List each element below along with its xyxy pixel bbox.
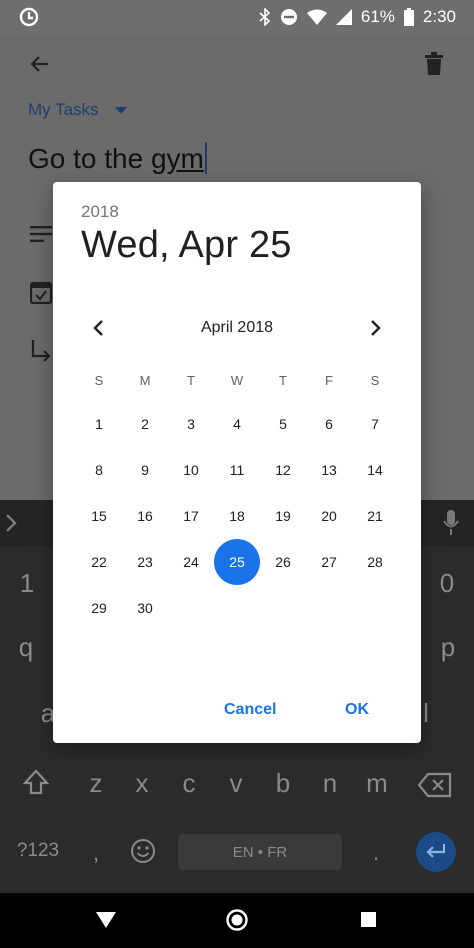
calendar-day[interactable]: 19	[260, 493, 306, 539]
back-arrow-icon[interactable]	[28, 52, 52, 76]
calendar-day[interactable]: 17	[168, 493, 214, 539]
status-bar: 61% 2:30	[0, 0, 474, 34]
key-n[interactable]: n	[316, 768, 344, 799]
home-nav-icon[interactable]	[225, 908, 249, 932]
calendar-day[interactable]: 26	[260, 539, 306, 585]
symbols-key[interactable]: ?123	[10, 840, 66, 862]
key-c[interactable]: c	[175, 768, 203, 799]
weekday-label: W	[230, 373, 244, 388]
dropdown-caret-icon	[114, 106, 127, 114]
calendar-day[interactable]: 23	[122, 539, 168, 585]
key-1[interactable]: 1	[14, 568, 40, 599]
enter-arrow-icon	[426, 844, 446, 858]
enter-key[interactable]	[416, 832, 456, 872]
expand-chevron-icon[interactable]	[4, 512, 18, 534]
microphone-icon[interactable]	[443, 510, 459, 536]
space-bar[interactable]: EN • FR	[178, 834, 342, 870]
calendar-day[interactable]: 13	[306, 447, 352, 493]
calendar-day[interactable]: 1	[76, 401, 122, 447]
cancel-button[interactable]: Cancel	[224, 701, 276, 719]
calendar-day[interactable]: 12	[260, 447, 306, 493]
weekday-label: S	[94, 373, 104, 388]
wifi-icon	[306, 9, 327, 25]
ok-button[interactable]: OK	[345, 701, 369, 719]
key-b[interactable]: b	[269, 768, 297, 799]
calendar-day[interactable]: 18	[214, 493, 260, 539]
key-m[interactable]: m	[362, 768, 392, 799]
task-title-text: Go to the	[28, 143, 151, 174]
details-icon[interactable]	[30, 226, 52, 242]
calendar-day[interactable]: 11	[214, 447, 260, 493]
calendar-day[interactable]: 4	[214, 401, 260, 447]
selected-date-header: Wed, Apr 25	[81, 224, 292, 266]
next-month-icon[interactable]	[363, 316, 387, 340]
emoji-icon[interactable]	[130, 838, 156, 864]
clock: 2:30	[422, 7, 456, 26]
task-title-composing-word: gym	[150, 143, 204, 174]
calendar-day[interactable]: 20	[306, 493, 352, 539]
back-nav-icon[interactable]	[96, 912, 116, 928]
key-0[interactable]: 0	[434, 568, 460, 599]
calendar-day[interactable]: 21	[352, 493, 398, 539]
calendar-day[interactable]: 8	[76, 447, 122, 493]
calendar-day[interactable]: 16	[122, 493, 168, 539]
calendar-icon[interactable]	[30, 280, 52, 304]
battery-icon	[403, 8, 414, 26]
signal-icon	[335, 9, 352, 25]
key-x[interactable]: x	[128, 768, 156, 799]
calendar-day[interactable]: 7	[352, 401, 398, 447]
calendar-day[interactable]: 3	[168, 401, 214, 447]
calendar-day[interactable]: 24	[168, 539, 214, 585]
do-not-disturb-icon	[280, 9, 297, 25]
calendar-day[interactable]: 28	[352, 539, 398, 585]
calendar-day[interactable]: 5	[260, 401, 306, 447]
calendar-day-selected[interactable]: 25	[214, 539, 260, 585]
calendar-day[interactable]: 30	[122, 585, 168, 631]
weekday-label: T	[187, 373, 195, 388]
task-list-dropdown[interactable]: My Tasks	[28, 100, 127, 120]
key-p[interactable]: p	[434, 632, 462, 663]
key-period[interactable]: .	[366, 840, 386, 866]
text-cursor	[204, 142, 207, 174]
weekday-label: F	[325, 373, 333, 388]
calendar-day[interactable]: 27	[306, 539, 352, 585]
key-q[interactable]: q	[12, 632, 40, 663]
space-bar-language-label: EN • FR	[232, 843, 288, 861]
recents-nav-icon[interactable]	[361, 912, 376, 927]
calendar-day[interactable]: 15	[76, 493, 122, 539]
weekday-label: T	[279, 373, 287, 388]
shift-icon[interactable]	[22, 768, 50, 796]
calendar-day[interactable]: 22	[76, 539, 122, 585]
calendar-day[interactable]: 14	[352, 447, 398, 493]
calendar-day[interactable]: 9	[122, 447, 168, 493]
task-title-field[interactable]: Go to the gym	[28, 142, 207, 175]
app-notification-icon	[19, 7, 39, 27]
delete-icon[interactable]	[424, 52, 444, 76]
battery-percentage: 61%	[360, 7, 395, 26]
weekday-label: S	[370, 373, 380, 388]
date-picker-dialog: 2018 Wed, Apr 25 April 2018 SMTWTFS 1234…	[53, 182, 421, 743]
weekday-label: M	[139, 373, 151, 388]
task-list-name: My Tasks	[28, 100, 99, 119]
backspace-icon[interactable]	[418, 772, 452, 798]
calendar-day[interactable]: 6	[306, 401, 352, 447]
calendar-day[interactable]: 29	[76, 585, 122, 631]
key-v[interactable]: v	[222, 768, 250, 799]
year-header[interactable]: 2018	[81, 202, 119, 222]
navigation-bar	[0, 893, 474, 948]
calendar-day[interactable]: 2	[122, 401, 168, 447]
bluetooth-icon	[259, 8, 271, 26]
calendar-day[interactable]: 10	[168, 447, 214, 493]
key-z[interactable]: z	[82, 768, 110, 799]
subtask-icon[interactable]	[30, 340, 52, 364]
key-comma[interactable]: ,	[86, 840, 106, 866]
